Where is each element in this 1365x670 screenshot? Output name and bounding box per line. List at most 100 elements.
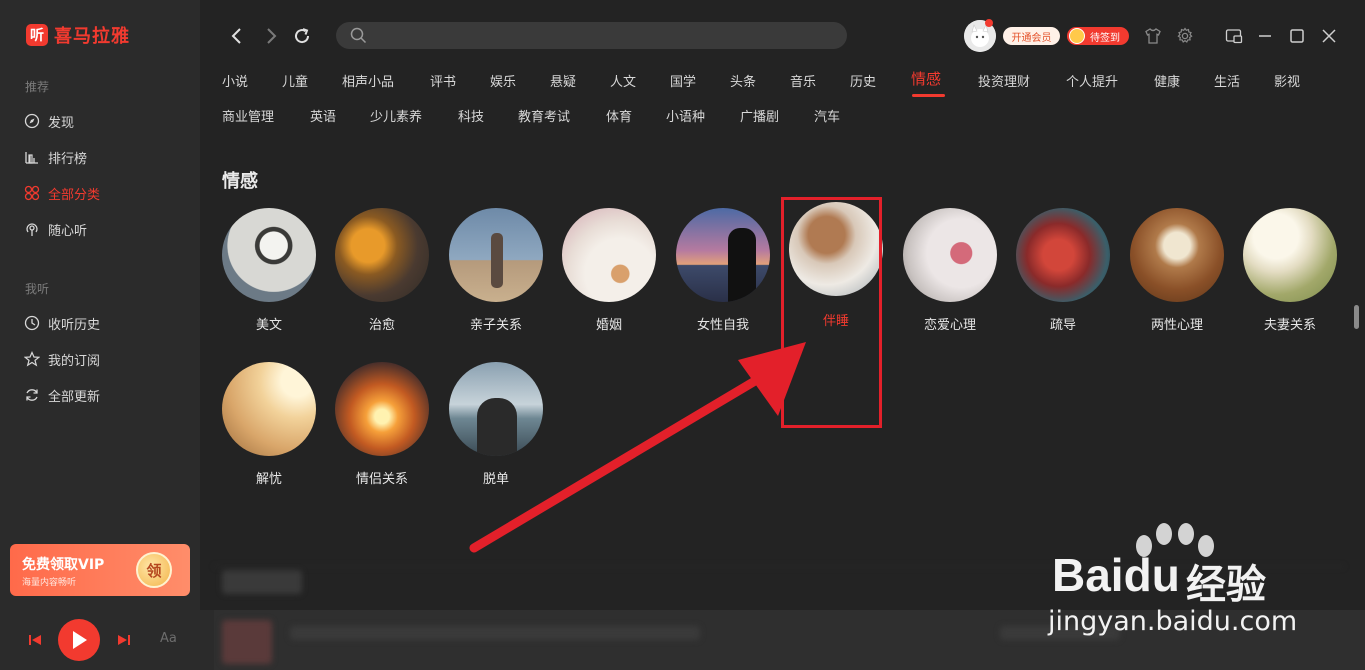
close-button[interactable]: [1319, 26, 1339, 46]
blurred-title: [290, 626, 700, 640]
refresh-icon: [24, 387, 40, 403]
sidebar-item-all-categories[interactable]: 全部分类: [24, 183, 100, 203]
skin-button[interactable]: [1143, 26, 1163, 46]
minimize-icon: [1259, 35, 1271, 37]
tab-guoxue[interactable]: 国学: [670, 71, 696, 90]
mini-mode-button[interactable]: [1224, 26, 1244, 46]
previous-button[interactable]: [28, 632, 42, 646]
subcategory-label: 治愈: [368, 318, 395, 333]
tab-shenghuo[interactable]: 生活: [1214, 71, 1240, 90]
tab-renwen[interactable]: 人文: [610, 71, 636, 90]
tab-xuanyi[interactable]: 悬疑: [550, 71, 576, 90]
chevron-left-icon: [231, 28, 241, 44]
sidebar-item-label: 我的订阅: [48, 353, 101, 369]
tab-toutiao[interactable]: 头条: [730, 71, 756, 90]
play-icon: [73, 631, 87, 649]
open-vip-button[interactable]: 开通会员: [1003, 27, 1060, 45]
notification-dot: [985, 19, 993, 27]
subcategory-shudao[interactable]: 疏导: [1008, 208, 1118, 333]
search-icon: [350, 27, 367, 44]
tab-shangyeguanli[interactable]: 商业管理: [222, 106, 274, 125]
sidebar-item-updates[interactable]: 全部更新: [24, 385, 100, 405]
sidebar-item-label: 排行榜: [48, 151, 88, 167]
tab-ertong[interactable]: 儿童: [282, 71, 308, 90]
subcategory-zhiyu[interactable]: 治愈: [327, 208, 437, 333]
sidebar-item-radio[interactable]: 随心听: [24, 219, 87, 239]
tab-shaoersuyang[interactable]: 少儿素养: [370, 106, 422, 125]
tab-lishi[interactable]: 历史: [850, 71, 876, 90]
subcategory-image: [1243, 208, 1337, 302]
tab-yinyue[interactable]: 音乐: [790, 71, 816, 90]
tab-xiangsheng[interactable]: 相声小品: [342, 71, 394, 90]
tab-qiche[interactable]: 汽车: [814, 106, 840, 125]
search-bar: [336, 22, 847, 49]
tab-guangboju[interactable]: 广播剧: [740, 106, 779, 125]
sidebar-item-ranking[interactable]: 排行榜: [24, 147, 87, 167]
subcategory-qinzi[interactable]: 亲子关系: [441, 208, 551, 333]
compass-icon: [24, 113, 40, 129]
maximize-icon: [1290, 29, 1304, 43]
tab-yule[interactable]: 娱乐: [490, 71, 516, 90]
subcategory-image: [1016, 208, 1110, 302]
app-logo[interactable]: 听 喜马拉雅: [26, 22, 130, 48]
blurred-heading: [222, 570, 302, 594]
subcategory-label: 疏导: [1049, 318, 1076, 333]
settings-button[interactable]: [1175, 26, 1195, 46]
tab-xiaoshuo[interactable]: 小说: [222, 71, 248, 90]
subcategory-label: 恋爱心理: [923, 318, 976, 333]
tab-jiankang[interactable]: 健康: [1154, 71, 1180, 90]
shirt-icon: [1145, 28, 1161, 44]
gear-icon: [1177, 27, 1193, 43]
section-label-recommend: 推荐: [25, 80, 50, 94]
subcategory-image: [222, 208, 316, 302]
font-size-button[interactable]: Aa: [160, 631, 177, 646]
sidebar-item-label: 全部分类: [48, 187, 101, 203]
tab-yingyu[interactable]: 英语: [310, 106, 336, 125]
subcategory-nvxing[interactable]: 女性自我: [668, 208, 778, 333]
tab-qinggan[interactable]: 情感: [911, 68, 941, 89]
subcategory-jieyou[interactable]: 解忧: [214, 362, 324, 487]
tab-jiaoyukaoshi[interactable]: 教育考试: [518, 106, 570, 125]
sidebar-item-discover[interactable]: 发现: [24, 111, 74, 131]
subcategory-fuqi[interactable]: 夫妻关系: [1235, 208, 1345, 333]
play-button[interactable]: [58, 619, 100, 661]
subcategory-meiwen[interactable]: 美文: [214, 208, 324, 333]
star-icon: [24, 351, 40, 367]
forward-button[interactable]: [261, 26, 281, 46]
tab-gerentisheng[interactable]: 个人提升: [1066, 71, 1118, 90]
maximize-button[interactable]: [1287, 26, 1307, 46]
subcategory-liangxing[interactable]: 两性心理: [1122, 208, 1232, 333]
refresh-button[interactable]: [292, 26, 312, 46]
subcategory-hunyin[interactable]: 婚姻: [554, 208, 664, 333]
subcategory-qinglv[interactable]: 情侣关系: [327, 362, 437, 487]
subcategory-image: [335, 362, 429, 456]
search-input[interactable]: [376, 22, 836, 49]
logo-icon: 听: [26, 24, 48, 46]
free-vip-banner[interactable]: 免费领取VIP 海量内容畅听 领: [10, 544, 190, 596]
minimize-button[interactable]: [1255, 26, 1275, 46]
sidebar-item-subscriptions[interactable]: 我的订阅: [24, 349, 100, 369]
tab-yingshi[interactable]: 影视: [1274, 71, 1300, 90]
skip-next-icon: [118, 635, 130, 645]
watermark-brand: Baidu: [1052, 549, 1180, 601]
tab-touzilicai[interactable]: 投资理财: [978, 71, 1030, 90]
coin-icon: [1069, 28, 1085, 44]
section-label-mine: 我听: [25, 282, 50, 296]
subcategory-label: 夫妻关系: [1263, 318, 1316, 333]
subcategory-lianai[interactable]: 恋爱心理: [895, 208, 1005, 333]
subcategory-label: 解忧: [255, 472, 282, 487]
sidebar-item-label: 收听历史: [48, 317, 101, 333]
next-button[interactable]: [117, 632, 131, 646]
page-title: 情感: [222, 171, 258, 192]
close-icon: [1322, 29, 1336, 43]
tab-tiyu[interactable]: 体育: [606, 106, 632, 125]
scrollbar[interactable]: [1354, 305, 1359, 329]
tab-xiaoyuzhong[interactable]: 小语种: [666, 106, 705, 125]
sidebar-item-label: 发现: [48, 115, 75, 131]
subcategory-image: [903, 208, 997, 302]
tab-keji[interactable]: 科技: [458, 106, 484, 125]
tab-pingshu[interactable]: 评书: [430, 71, 456, 90]
reload-icon: [295, 28, 310, 44]
back-button[interactable]: [227, 26, 247, 46]
sidebar-item-history[interactable]: 收听历史: [24, 313, 100, 333]
